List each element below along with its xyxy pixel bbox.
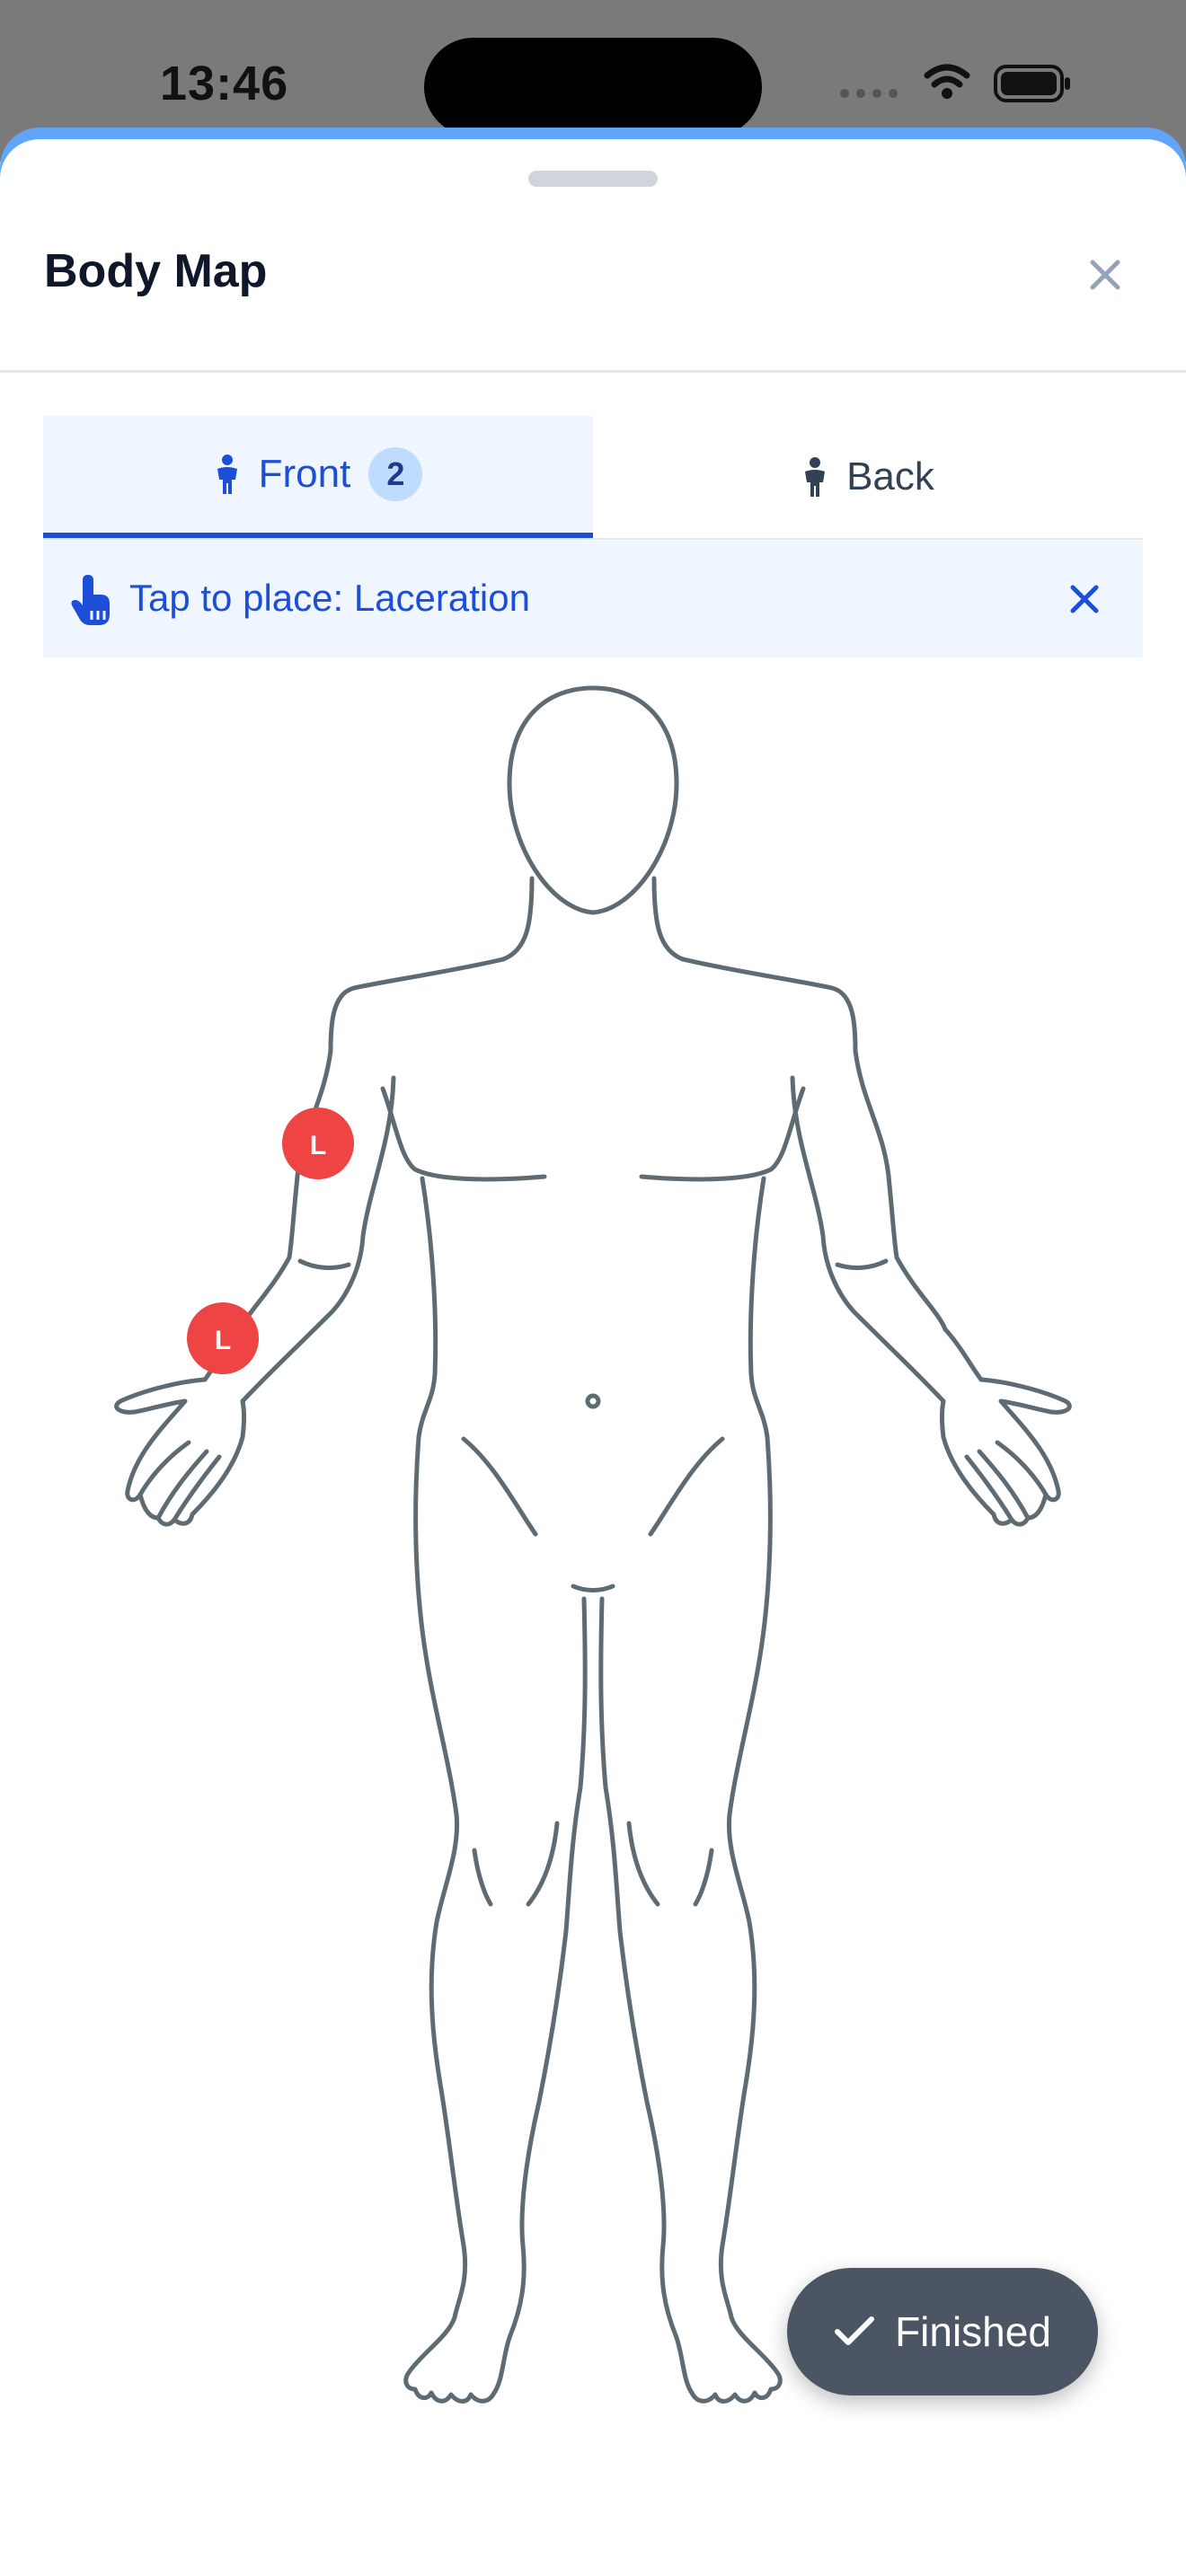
cellular-signal-icon	[840, 89, 898, 98]
hand-pointer-icon	[71, 575, 110, 625]
person-standing-icon	[805, 457, 826, 497]
finished-button[interactable]: Finished	[787, 2268, 1098, 2395]
view-tabs: Front 2 Back	[43, 416, 1143, 540]
close-icon[interactable]	[1066, 580, 1103, 618]
injury-marker[interactable]: L	[282, 1107, 354, 1179]
wifi-icon	[924, 64, 970, 88]
marker-label: L	[310, 1131, 326, 1160]
tap-to-place-banner: Tap to place: Laceration	[43, 541, 1143, 657]
finished-label: Finished	[895, 2308, 1051, 2355]
tab-front[interactable]: Front 2	[43, 416, 593, 538]
dynamic-island	[424, 38, 762, 137]
person-standing-icon	[217, 454, 237, 494]
status-time: 13:46	[160, 57, 289, 110]
sheet-grabber[interactable]	[528, 171, 658, 187]
tab-back[interactable]: Back	[593, 416, 1143, 538]
close-button[interactable]	[1078, 248, 1132, 302]
checkmark-icon	[835, 2316, 875, 2345]
close-icon	[1090, 260, 1120, 290]
tab-front-count-badge: 2	[368, 447, 423, 501]
marker-label: L	[215, 1326, 231, 1355]
tab-back-label: Back	[846, 454, 934, 498]
tab-front-label: Front	[258, 452, 351, 496]
sheet-title: Body Map	[44, 245, 268, 297]
injury-marker[interactable]: L	[187, 1302, 259, 1374]
status-icons	[840, 64, 1070, 102]
header-divider	[0, 370, 1186, 373]
tap-to-place-text: Tap to place: Laceration	[129, 577, 530, 619]
wifi-dot	[942, 88, 952, 99]
battery-icon	[994, 65, 1070, 102]
